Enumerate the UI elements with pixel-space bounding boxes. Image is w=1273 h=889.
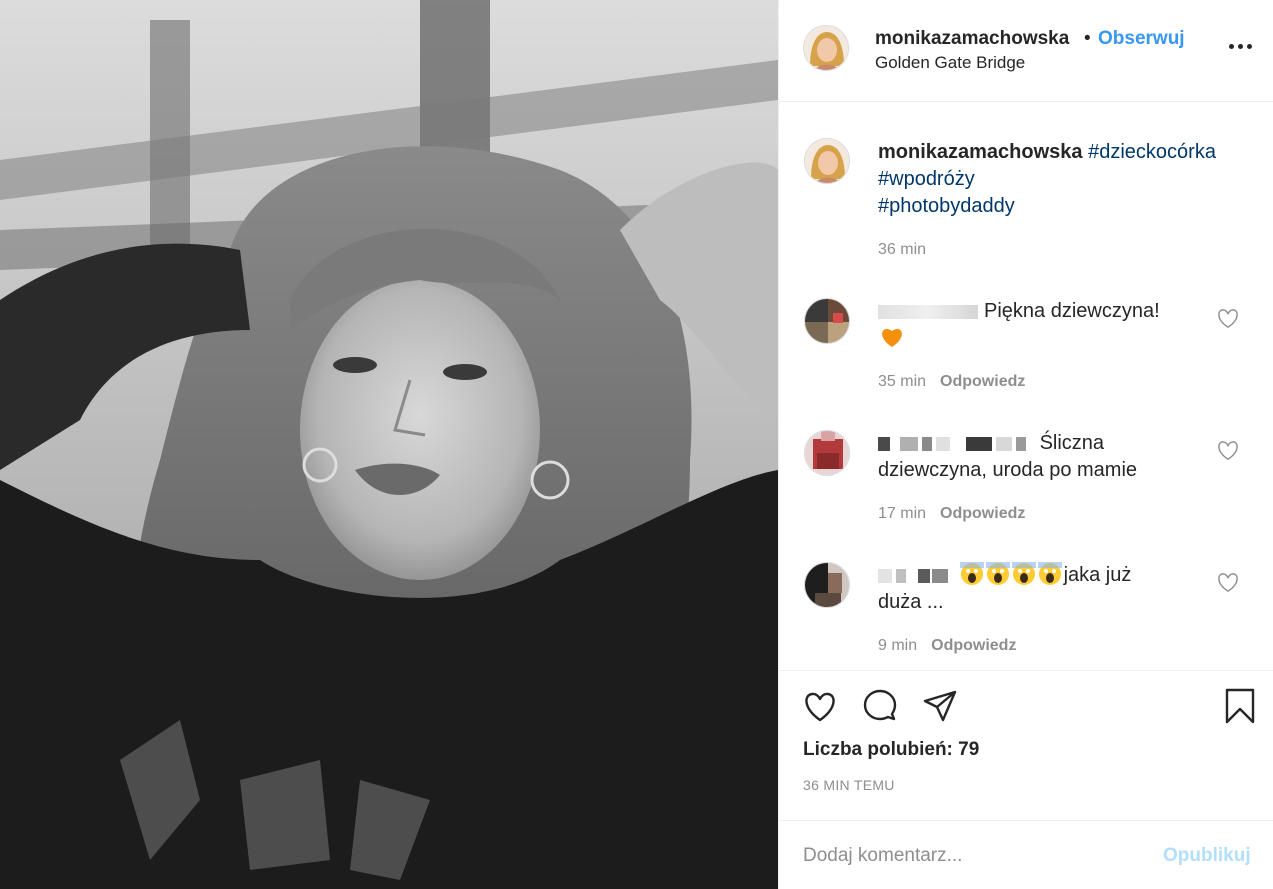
reply-button[interactable]: Odpowiedz xyxy=(940,373,1025,390)
photo-image xyxy=(0,0,778,889)
hashtag-link[interactable]: #dzieckocórka xyxy=(1088,141,1216,163)
add-comment-bar: Opublikuj xyxy=(779,820,1273,889)
post-sidebar: monikazamachowska • Obserwuj Golden Gate… xyxy=(778,0,1273,889)
comment-text-line-2: duża ... xyxy=(878,591,944,613)
comment-meta: 9 min Odpowiedz xyxy=(878,637,1016,655)
pixelated-avatar-image xyxy=(805,431,849,475)
bookmark-icon[interactable] xyxy=(1221,687,1259,725)
comment-meta: 17 min Odpowiedz xyxy=(878,505,1025,523)
avatar[interactable] xyxy=(804,430,850,476)
avatar[interactable] xyxy=(804,562,850,608)
reply-button[interactable]: Odpowiedz xyxy=(931,637,1016,654)
blurred-username[interactable] xyxy=(878,304,978,319)
comment-time[interactable]: 17 min xyxy=(878,505,926,522)
pixelated-avatar-image xyxy=(805,299,849,343)
comment-body: jaka już xyxy=(1063,564,1132,586)
comment-time[interactable]: 9 min xyxy=(878,637,917,654)
caption-line-2: #wpodróży xyxy=(878,166,975,193)
comment-icon[interactable] xyxy=(861,687,899,725)
like-comment-icon[interactable] xyxy=(1217,573,1239,593)
caption-time[interactable]: 36 min xyxy=(878,241,926,259)
comment-meta: 35 min Odpowiedz xyxy=(878,373,1025,391)
screaming-face-emoji-row xyxy=(959,562,1064,586)
avatar-image xyxy=(804,26,848,70)
comment-body: Śliczna xyxy=(1039,432,1105,454)
like-comment-icon[interactable] xyxy=(1217,441,1239,461)
likes-count[interactable]: Liczba polubień: 79 xyxy=(803,739,979,761)
orange-heart-icon xyxy=(880,326,904,353)
pixelated-avatar-image xyxy=(805,563,849,607)
avatar[interactable] xyxy=(804,298,850,344)
comment-text: jaka już xyxy=(878,562,1131,589)
reply-button[interactable]: Odpowiedz xyxy=(940,505,1025,522)
follow-button[interactable]: Obserwuj xyxy=(1098,28,1185,50)
location-link[interactable]: Golden Gate Bridge xyxy=(875,53,1025,73)
comment-body: Piękna dziewczyna! xyxy=(984,300,1160,322)
avatar[interactable] xyxy=(804,138,850,184)
blurred-username[interactable] xyxy=(878,564,960,586)
post-header: monikazamachowska • Obserwuj Golden Gate… xyxy=(779,0,1273,102)
like-heart-icon[interactable] xyxy=(801,687,839,725)
hashtag-link[interactable]: #photobydaddy xyxy=(878,195,1015,217)
caption-line-3: #photobydaddy xyxy=(878,193,1015,220)
comment-text: Śliczna xyxy=(878,430,1104,457)
post-photo[interactable] xyxy=(0,0,778,889)
comment-text: Piękna dziewczyna! xyxy=(878,298,1160,325)
avatar-image xyxy=(805,139,849,183)
like-comment-icon[interactable] xyxy=(1217,309,1239,329)
action-bar: Liczba polubień: 79 36 MIN TEMU xyxy=(779,670,1273,820)
post-timestamp[interactable]: 36 MIN TEMU xyxy=(803,777,895,793)
more-options-icon[interactable] xyxy=(1229,36,1259,56)
comment-text-line-2: dziewczyna, uroda po mamie xyxy=(878,459,1138,481)
username[interactable]: monikazamachowska xyxy=(875,28,1069,50)
post-comment-button[interactable]: Opublikuj xyxy=(1163,845,1251,867)
caption-line-1: monikazamachowska #dzieckocórka xyxy=(878,139,1216,166)
caption-username[interactable]: monikazamachowska xyxy=(878,141,1083,163)
comment-time[interactable]: 35 min xyxy=(878,373,926,390)
share-send-icon[interactable] xyxy=(921,687,959,725)
hashtag-link[interactable]: #wpodróży xyxy=(878,168,975,190)
avatar[interactable] xyxy=(803,25,849,71)
comments-list[interactable]: monikazamachowska #dzieckocórka #wpodróż… xyxy=(779,102,1273,670)
separator: • xyxy=(1084,28,1091,49)
blurred-username[interactable] xyxy=(878,432,1040,454)
comment-input[interactable] xyxy=(803,843,1143,869)
